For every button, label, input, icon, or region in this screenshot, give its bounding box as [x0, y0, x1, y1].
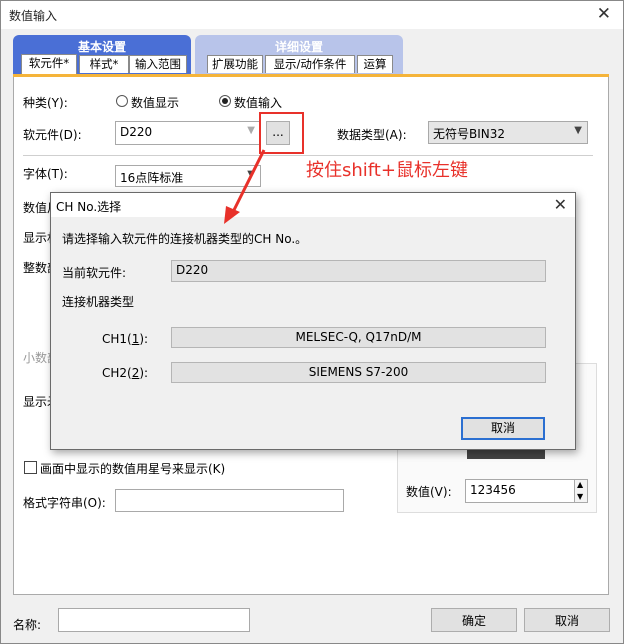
value-spinner[interactable]: ▲ ▼	[574, 479, 588, 503]
cancel-button[interactable]: 取消	[524, 608, 610, 632]
datatype-label: 数据类型(A):	[337, 128, 407, 142]
value-input[interactable]: 123456	[465, 479, 575, 503]
current-device-label: 当前软元件:	[62, 266, 127, 280]
device-input-value: D220	[120, 125, 153, 139]
device-input[interactable]: D220 ▼	[115, 121, 261, 145]
spin-up-icon[interactable]: ▲	[577, 480, 583, 489]
ch1-button[interactable]: MELSEC-Q, Q17nD/M	[171, 327, 546, 348]
popup-cancel-button[interactable]: 取消	[461, 417, 545, 440]
spin-down-icon[interactable]: ▼	[577, 492, 583, 501]
datatype-select[interactable]: 无符号BIN32 ▼	[428, 121, 588, 144]
popup-title: CH No.选择	[56, 200, 122, 214]
popup-instruction: 请选择输入软元件的连接机器类型的CH No.。	[62, 232, 308, 246]
device-label: 软元件(D):	[23, 128, 82, 142]
tab-group-basic: 基本设置 软元件* 样式* 输入范围	[13, 35, 191, 75]
tab-display-condition[interactable]: 显示/动作条件	[265, 55, 355, 73]
close-icon[interactable]: ✕	[597, 4, 611, 24]
format-string-label: 格式字符串(O):	[23, 496, 106, 510]
tab-input-range[interactable]: 输入范围	[129, 55, 187, 73]
tab-operation[interactable]: 运算	[357, 55, 393, 73]
value-input-value: 123456	[470, 483, 516, 497]
tab-group-basic-title: 基本设置	[77, 40, 126, 54]
annotation-text: 按住shift+鼠标左键	[306, 160, 468, 181]
name-label: 名称:	[13, 618, 42, 632]
close-icon[interactable]: ✕	[554, 195, 567, 214]
font-value: 16点阵标准	[120, 171, 184, 185]
tab-style[interactable]: 样式*	[79, 55, 129, 73]
title-bar: 数值输入 ✕	[1, 1, 623, 29]
ch2-label: CH2(2):	[102, 366, 149, 380]
ch1-label: CH1(1):	[102, 332, 149, 346]
window-title: 数值输入	[9, 9, 58, 23]
radio-numeric-input-label: 数值输入	[234, 96, 283, 110]
decimal-part-label: 小数部	[23, 351, 51, 365]
radio-numeric-display[interactable]	[116, 95, 128, 107]
display-format-label: 显示林	[23, 231, 51, 245]
tab-extended[interactable]: 扩展功能	[207, 55, 263, 73]
arrow-icon	[224, 149, 266, 224]
chevron-down-icon: ▼	[574, 125, 582, 136]
font-label: 字体(T):	[23, 167, 68, 181]
value-label: 数值(V):	[406, 485, 452, 499]
preview-display	[467, 449, 545, 459]
tab-device[interactable]: 软元件*	[21, 54, 77, 75]
ok-button[interactable]: 确定	[431, 608, 517, 632]
current-device-field: D220	[171, 260, 546, 282]
name-input[interactable]	[58, 608, 250, 632]
integer-part-label: 整数部	[23, 261, 51, 275]
tab-group-detail-title: 详细设置	[274, 40, 323, 54]
asterisk-checkbox[interactable]	[24, 461, 37, 474]
ch-no-select-dialog: CH No.选择 ✕ 请选择输入软元件的连接机器类型的CH No.。 当前软元件…	[50, 192, 576, 450]
conn-type-label: 连接机器类型	[62, 295, 135, 309]
datatype-value: 无符号BIN32	[433, 127, 506, 141]
tab-group-detail: 详细设置 扩展功能 显示/动作条件 运算	[195, 35, 403, 75]
radio-numeric-display-label: 数值显示	[131, 96, 180, 110]
display-label: 显示矛	[23, 395, 51, 409]
chevron-down-icon: ▼	[247, 125, 255, 136]
asterisk-checkbox-label: 画面中显示的数值用星号来显示(K)	[40, 462, 226, 476]
kind-label: 种类(Y):	[23, 96, 68, 110]
popup-title-bar: CH No.选择 ✕	[51, 193, 575, 217]
format-string-input[interactable]	[115, 489, 344, 512]
digits-label: 数值尺	[23, 201, 51, 215]
radio-numeric-input[interactable]	[219, 95, 231, 107]
ch2-button[interactable]: SIEMENS S7-200	[171, 362, 546, 383]
